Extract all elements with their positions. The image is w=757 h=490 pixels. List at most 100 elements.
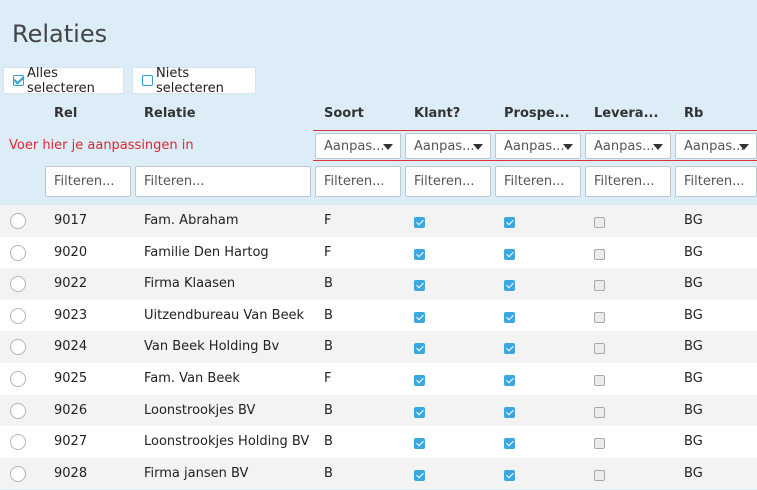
leverancier-checkbox[interactable]	[594, 438, 605, 450]
bulk-edit-soort-dropdown[interactable]: Aanpas...	[315, 133, 401, 159]
cell-relatie: Loonstrookjes BV	[144, 402, 256, 418]
select-all-button[interactable]: Alles selecteren	[3, 65, 124, 96]
cell-soort: B	[324, 434, 333, 450]
cell-rel: 9023	[54, 307, 88, 323]
klant-checkbox[interactable]	[414, 343, 425, 355]
cell-relatie: Loonstrookjes Holding BV	[144, 434, 310, 450]
select-all-label: Alles selecteren	[27, 65, 95, 96]
leverancier-checkbox[interactable]	[594, 248, 605, 260]
table-body: 9017 Fam. Abraham F BG 9020 Familie Den Harto…	[0, 205, 757, 490]
row-select-radio[interactable]	[10, 402, 26, 419]
column-header-rb[interactable]: Rb	[684, 106, 703, 121]
column-header-soort[interactable]: Soort	[324, 106, 364, 121]
chevron-down-icon	[653, 144, 663, 150]
prospect-checkbox[interactable]	[504, 343, 515, 355]
table-row[interactable]: 9026 Loonstrookjes BV B BG	[0, 394, 757, 427]
leverancier-checkbox[interactable]	[594, 311, 605, 323]
column-header-klant[interactable]: Klant?	[414, 106, 460, 121]
cell-rb: BG	[684, 213, 703, 228]
cell-soort: F	[324, 244, 332, 260]
filter-rel-input[interactable]	[45, 166, 131, 197]
klant-checkbox[interactable]	[414, 469, 425, 481]
filter-klant-input[interactable]	[405, 166, 491, 197]
row-select-radio[interactable]	[10, 307, 26, 324]
select-none-button[interactable]: Niets selecteren	[132, 66, 256, 96]
cell-relatie: Familie Den Hartog	[144, 244, 269, 260]
cell-soort: B	[324, 276, 333, 292]
cell-rb: BG	[684, 276, 703, 292]
page-title: Relaties	[12, 20, 108, 48]
prospect-checkbox[interactable]	[504, 469, 515, 481]
table-row[interactable]: 9027 Loonstrookjes Holding BV B BG	[0, 426, 757, 458]
table-row[interactable]: 9023 Uitzendbureau Van Beek B BG	[0, 299, 757, 332]
row-select-radio[interactable]	[10, 434, 26, 451]
prospect-checkbox[interactable]	[504, 248, 515, 260]
klant-checkbox[interactable]	[414, 406, 425, 418]
prospect-checkbox[interactable]	[504, 406, 515, 418]
leverancier-checkbox[interactable]	[594, 217, 605, 228]
prospect-checkbox[interactable]	[504, 217, 515, 228]
leverancier-checkbox[interactable]	[594, 469, 605, 481]
table-row[interactable]: 9028 Firma jansen BV B BG	[0, 457, 757, 490]
cell-soort: B	[324, 339, 333, 355]
table-row[interactable]: 9025 Fam. Van Beek F BG	[0, 362, 757, 395]
chevron-down-icon	[563, 144, 573, 150]
row-select-radio[interactable]	[10, 276, 26, 293]
leverancier-checkbox[interactable]	[594, 280, 605, 292]
bulk-edit-top-border	[313, 130, 757, 131]
prospect-checkbox[interactable]	[504, 438, 515, 450]
leverancier-checkbox[interactable]	[594, 343, 605, 355]
table-row[interactable]: 9022 Firma Klaasen B BG	[0, 268, 757, 300]
cell-relatie: Firma jansen BV	[144, 465, 249, 481]
prospect-checkbox[interactable]	[504, 311, 515, 323]
dropdown-value: Aanpas...	[504, 138, 565, 154]
bulk-edit-rb-dropdown[interactable]: Aanpas...	[675, 133, 757, 159]
filter-leverancier-input[interactable]	[585, 166, 671, 197]
row-select-radio[interactable]	[10, 244, 26, 261]
cell-soort: B	[324, 465, 333, 481]
filter-rb-input[interactable]	[675, 166, 757, 197]
cell-rel: 9022	[54, 276, 88, 292]
filter-prospect-input[interactable]	[495, 166, 581, 197]
prospect-checkbox[interactable]	[504, 374, 515, 386]
klant-checkbox[interactable]	[414, 248, 425, 260]
bulk-edit-prospect-dropdown[interactable]: Aanpas...	[495, 133, 581, 159]
row-select-radio[interactable]	[10, 213, 26, 229]
column-header-prospect[interactable]: Prospe...	[504, 106, 570, 121]
cell-rel: 9024	[54, 339, 88, 355]
prospect-checkbox[interactable]	[504, 280, 515, 292]
filter-soort-input[interactable]	[315, 166, 401, 197]
cell-rel: 9026	[54, 402, 88, 418]
dropdown-value: Aanpas...	[594, 138, 655, 154]
klant-checkbox[interactable]	[414, 374, 425, 386]
cell-rel: 9027	[54, 434, 88, 450]
row-select-radio[interactable]	[10, 465, 26, 482]
dropdown-value: Aanpas...	[324, 138, 385, 154]
klant-checkbox[interactable]	[414, 217, 425, 228]
table-row[interactable]: 9017 Fam. Abraham F BG	[0, 205, 757, 237]
row-select-radio[interactable]	[10, 339, 26, 356]
cell-relatie: Firma Klaasen	[144, 276, 236, 292]
klant-checkbox[interactable]	[414, 280, 425, 292]
edit-note: Voer hier je aanpassingen in	[9, 138, 194, 153]
checkbox-checked-icon	[13, 75, 24, 86]
table-row[interactable]: 9020 Familie Den Hartog F BG	[0, 236, 757, 269]
cell-rel: 9025	[54, 370, 88, 386]
klant-checkbox[interactable]	[414, 311, 425, 323]
column-header-rel[interactable]: Rel	[54, 106, 77, 121]
row-select-radio[interactable]	[10, 370, 26, 387]
table-row[interactable]: 9024 Van Beek Holding Bv B BG	[0, 331, 757, 363]
column-header-leverancier[interactable]: Levera...	[594, 106, 658, 121]
checkbox-empty-icon	[142, 75, 153, 86]
chevron-down-icon	[383, 144, 393, 150]
cell-rb: BG	[684, 434, 703, 450]
filter-relatie-input[interactable]	[135, 166, 311, 197]
bulk-edit-leverancier-dropdown[interactable]: Aanpas...	[585, 133, 671, 159]
klant-checkbox[interactable]	[414, 438, 425, 450]
leverancier-checkbox[interactable]	[594, 374, 605, 386]
cell-rb: BG	[684, 307, 703, 323]
column-header-relatie[interactable]: Relatie	[144, 106, 196, 121]
cell-rb: BG	[684, 339, 703, 355]
bulk-edit-klant-dropdown[interactable]: Aanpas...	[405, 133, 491, 159]
leverancier-checkbox[interactable]	[594, 406, 605, 418]
